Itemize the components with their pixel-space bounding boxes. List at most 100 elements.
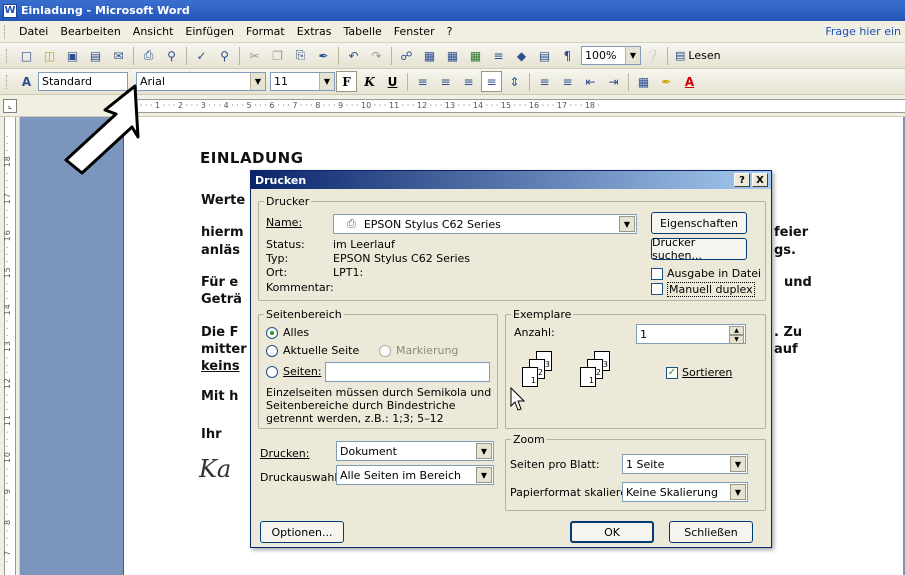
format-painter-icon[interactable]: ✒ — [313, 45, 334, 66]
print-what-select[interactable]: Dokument ▼ — [336, 441, 494, 461]
chevron-down-icon[interactable]: ▼ — [476, 467, 492, 483]
font-color-icon[interactable]: A — [679, 71, 700, 92]
vertical-ruler-strip[interactable]: · 7 · · · 8 · · · 9 · · · 10 · · · 11 · … — [3, 117, 16, 575]
dialog-close-button[interactable]: X — [752, 173, 768, 187]
copies-spin-buttons[interactable]: ▲ ▼ — [729, 326, 744, 344]
menu-datei[interactable]: Datei — [13, 25, 54, 38]
chevron-down-icon[interactable]: ▼ — [730, 456, 746, 472]
document-line: gs. — [774, 243, 796, 258]
show-formatting-icon[interactable]: ¶ — [557, 45, 578, 66]
chevron-down-icon[interactable]: ▼ — [625, 47, 640, 64]
menu-bearbeiten[interactable]: Bearbeiten — [54, 25, 126, 38]
ok-button[interactable]: OK — [570, 521, 654, 543]
manual-duplex-checkbox[interactable] — [651, 283, 663, 295]
toolbar-grip[interactable] — [6, 48, 9, 63]
pages-per-sheet-select[interactable]: 1 Seite ▼ — [622, 454, 748, 474]
columns-icon[interactable]: ≡ — [488, 45, 509, 66]
chevron-down-icon[interactable]: ▼ — [619, 216, 635, 232]
zoom-select[interactable]: 100% ▼ — [581, 46, 641, 65]
border-icon[interactable]: ▦ — [633, 71, 654, 92]
spin-up-icon[interactable]: ▲ — [729, 326, 744, 335]
range-pages-radio[interactable] — [266, 366, 278, 378]
chevron-down-icon[interactable]: ▼ — [250, 73, 265, 90]
spelling-icon[interactable]: ✓ — [191, 45, 212, 66]
new-document-icon[interactable]: □ — [16, 45, 37, 66]
range-pages-input[interactable] — [325, 362, 490, 382]
menu-fenster[interactable]: Fenster — [388, 25, 441, 38]
open-icon[interactable]: ◫ — [39, 45, 60, 66]
zoom-group: Zoom Seiten pro Blatt: 1 Seite ▼ Papierf… — [505, 433, 766, 511]
document-map-icon[interactable]: ▤ — [534, 45, 555, 66]
help-icon[interactable]: ❔ — [642, 45, 663, 66]
help-search-box[interactable]: Frage hier ein — [825, 25, 901, 38]
scale-select[interactable]: Keine Skalierung ▼ — [622, 482, 748, 502]
insert-excel-icon[interactable]: ▦ — [465, 45, 486, 66]
email-icon[interactable]: ✉ — [108, 45, 129, 66]
range-all-radio[interactable] — [266, 327, 278, 339]
tab-selector-icon[interactable]: ⌞ — [3, 99, 17, 113]
italic-button[interactable]: K — [359, 71, 380, 92]
range-selection-radio[interactable] — [379, 345, 391, 357]
tables-borders-icon[interactable]: ▦ — [419, 45, 440, 66]
document-line: Die F — [201, 325, 239, 340]
style-select[interactable]: Standard — [38, 72, 128, 91]
document-line: keins — [201, 359, 240, 374]
menu-extras[interactable]: Extras — [291, 25, 338, 38]
range-current-radio[interactable] — [266, 345, 278, 357]
numbering-icon[interactable]: ≡ — [534, 71, 555, 92]
font-size-select[interactable]: 11 ▼ — [270, 72, 335, 91]
styles-icon[interactable]: A — [16, 71, 37, 92]
underline-button[interactable]: U — [382, 71, 403, 92]
bullets-icon[interactable]: ≡ — [557, 71, 578, 92]
insert-table-icon[interactable]: ▦ — [442, 45, 463, 66]
toolbar-grip[interactable] — [6, 74, 9, 89]
copies-spinner[interactable]: 1 ▲ ▼ — [636, 324, 746, 344]
justify-icon[interactable]: ≡ — [481, 71, 502, 92]
printer-select[interactable]: ⎙ EPSON Stylus C62 Series ▼ — [333, 214, 637, 234]
increase-indent-icon[interactable]: ⇥ — [603, 71, 624, 92]
permission-icon[interactable]: ▤ — [85, 45, 106, 66]
options-button[interactable]: Optionen... — [260, 521, 344, 543]
align-left-icon[interactable]: ≡ — [412, 71, 433, 92]
bold-button[interactable]: F — [336, 71, 357, 92]
collate-checkbox[interactable]: ✓ — [666, 367, 678, 379]
undo-icon[interactable]: ↶ — [343, 45, 364, 66]
properties-button[interactable]: Eigenschaften — [651, 212, 747, 234]
align-center-icon[interactable]: ≡ — [435, 71, 456, 92]
menu-help[interactable]: ? — [441, 25, 459, 38]
print-selection-select[interactable]: Alle Seiten im Bereich ▼ — [336, 465, 494, 485]
redo-icon[interactable]: ↷ — [366, 45, 387, 66]
copy-icon[interactable]: ❐ — [267, 45, 288, 66]
research-icon[interactable]: ⚲ — [214, 45, 235, 66]
print-preview-icon[interactable]: ⚲ — [161, 45, 182, 66]
decrease-indent-icon[interactable]: ⇤ — [580, 71, 601, 92]
menu-tabelle[interactable]: Tabelle — [338, 25, 388, 38]
hyperlink-icon[interactable]: ☍ — [396, 45, 417, 66]
paste-icon[interactable]: ⎘ — [290, 45, 311, 66]
find-printer-button[interactable]: Drucker suchen... — [651, 236, 747, 262]
highlight-icon[interactable]: ✒ — [656, 71, 677, 92]
menu-ansicht[interactable]: Ansicht — [127, 25, 180, 38]
align-right-icon[interactable]: ≡ — [458, 71, 479, 92]
read-mode-button[interactable]: ▤ Lesen — [671, 49, 725, 62]
save-icon[interactable]: ▣ — [62, 45, 83, 66]
formatting-toolbar: A Standard Arial ▼ 11 ▼ F K U ≡ ≡ ≡ ≡ ⇕ … — [0, 69, 905, 95]
spin-down-icon[interactable]: ▼ — [729, 335, 744, 344]
dialog-help-button[interactable]: ? — [734, 173, 750, 187]
ruler-strip[interactable]: · 1 · · · 1 · · · 2 · · · 3 · · · 4 · · … — [121, 99, 905, 113]
chevron-down-icon[interactable]: ▼ — [319, 73, 334, 90]
font-select[interactable]: Arial ▼ — [136, 72, 266, 91]
print-to-file-checkbox[interactable] — [651, 268, 663, 280]
word-app-icon[interactable]: W — [3, 3, 17, 18]
chevron-down-icon[interactable]: ▼ — [730, 484, 746, 500]
menu-format[interactable]: Format — [240, 25, 291, 38]
drawing-icon[interactable]: ◆ — [511, 45, 532, 66]
line-spacing-icon[interactable]: ⇕ — [504, 71, 525, 92]
menu-einfuegen[interactable]: Einfügen — [179, 25, 240, 38]
chevron-down-icon[interactable]: ▼ — [476, 443, 492, 459]
print-icon[interactable]: ⎙ — [138, 45, 159, 66]
close-dialog-button[interactable]: Schließen — [669, 521, 753, 543]
menu-grip[interactable] — [4, 24, 7, 39]
dialog-title-bar[interactable]: Drucken ? X — [251, 171, 771, 189]
cut-icon[interactable]: ✂ — [244, 45, 265, 66]
